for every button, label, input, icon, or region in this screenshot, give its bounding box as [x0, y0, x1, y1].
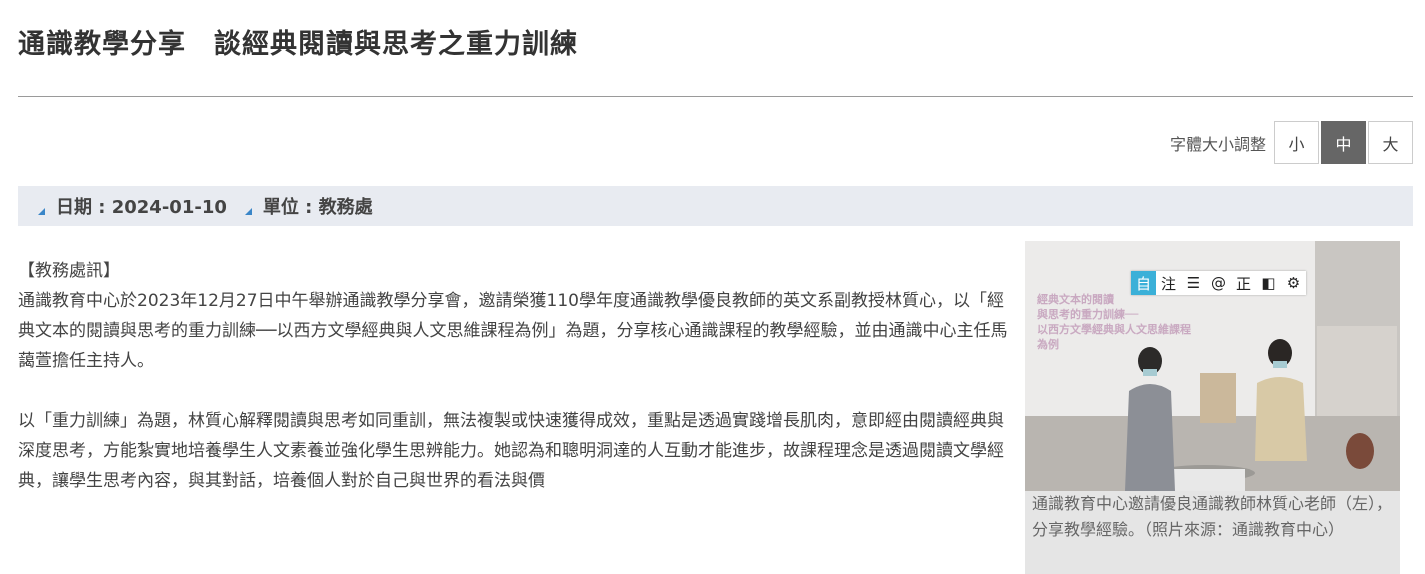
list-icon[interactable]: ☰	[1181, 271, 1206, 295]
title-divider	[18, 96, 1413, 97]
font-size-label: 字體大小調整	[1169, 134, 1266, 154]
date-text: 日期 : 2024-01-10	[56, 197, 227, 218]
slide-text-line: 與思考的重力訓練──	[1037, 307, 1139, 321]
article-paragraph: 【教務處訊】	[18, 261, 120, 281]
slide-text-line: 為例	[1037, 337, 1059, 351]
slide-text-line: 以西方文學經典與人文思維課程	[1037, 322, 1191, 336]
article-paragraph: 通識教育中心於2023年12月27日中午舉辦通識教學分享會，邀請榮獲110學年度…	[18, 291, 1008, 371]
annotate-icon[interactable]: 注	[1156, 271, 1181, 295]
meta-bar: 日期 : 2024-01-10 單位 : 教務處	[18, 186, 1413, 226]
auto-icon[interactable]: 自	[1131, 271, 1156, 295]
font-size-control: 字體大小調整 小 中 大	[1170, 121, 1413, 164]
unit-marker-icon	[244, 207, 252, 215]
article-figure: 經典文本的閱讀 與思考的重力訓練── 以西方文學經典與人文思維課程 為例 自 注…	[1025, 241, 1400, 574]
gear-icon[interactable]: ⚙	[1281, 271, 1306, 295]
unit-text: 單位 : 教務處	[262, 197, 373, 218]
unit-meta: 單位 : 教務處	[244, 193, 373, 219]
image-toolbar: 自 注 ☰ @ 正 ◧ ⚙	[1131, 271, 1306, 295]
figure-caption: 通識教育中心邀請優良通識教師林質心老師（左），分享教學經驗。（照片來源：通識教育…	[1032, 494, 1393, 539]
slide-text-line: 經典文本的閱讀	[1037, 292, 1114, 306]
article-paragraph: 以「重力訓練」為題，林質心解釋閱讀與思考如同重訓，無法複製或快速獲得成效，重點是…	[18, 411, 1004, 491]
article-body: 【教務處訊】 通識教育中心於2023年12月27日中午舉辦通識教學分享會，邀請榮…	[18, 256, 1008, 496]
page-title: 通識教學分享 談經典閱讀與思考之重力訓練	[18, 29, 578, 60]
correct-icon[interactable]: 正	[1231, 271, 1256, 295]
date-meta: 日期 : 2024-01-10	[38, 193, 227, 219]
font-size-small-button[interactable]: 小	[1274, 121, 1319, 164]
font-size-medium-button[interactable]: 中	[1321, 121, 1366, 164]
contrast-icon[interactable]: ◧	[1256, 271, 1281, 295]
font-size-large-button[interactable]: 大	[1368, 121, 1413, 164]
date-marker-icon	[38, 207, 45, 215]
at-icon[interactable]: @	[1206, 271, 1231, 295]
